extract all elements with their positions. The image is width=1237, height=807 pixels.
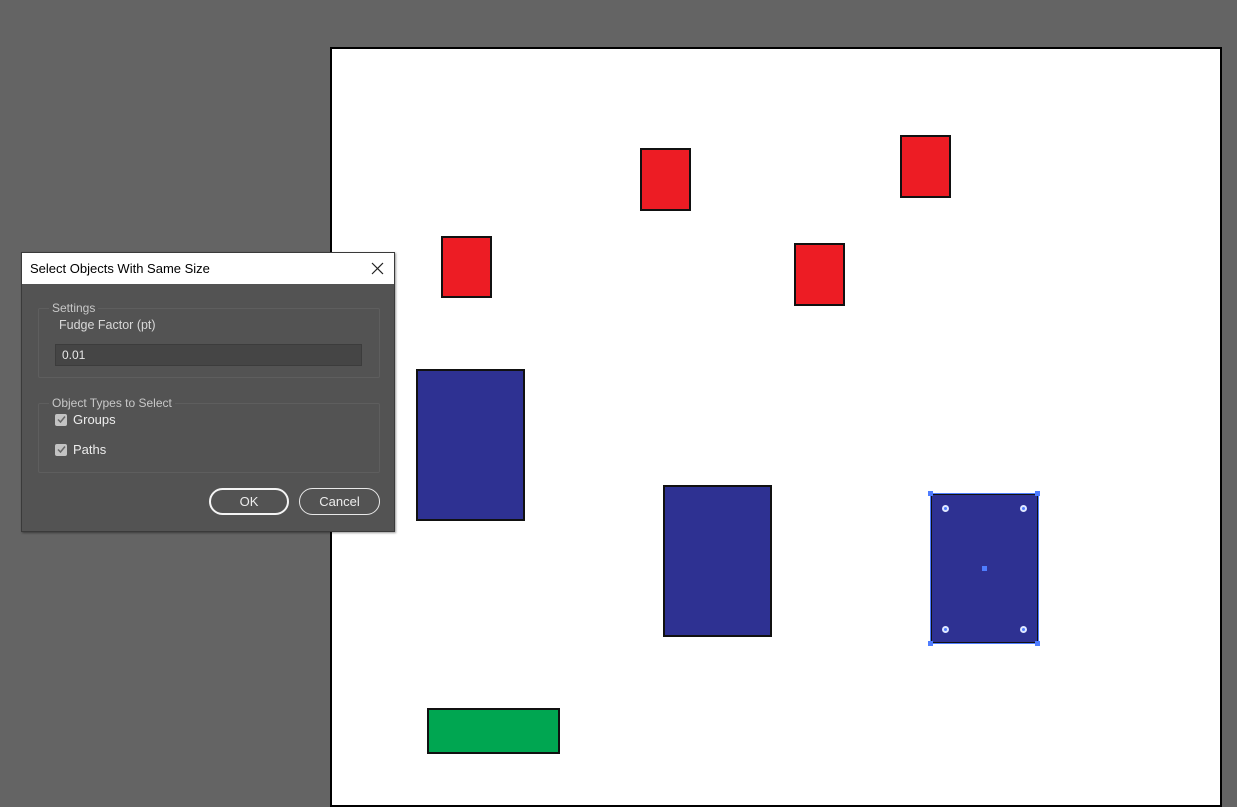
object-types-legend: Object Types to Select	[49, 396, 175, 410]
paths-checkbox-row[interactable]: Paths	[55, 442, 106, 457]
cancel-button[interactable]: Cancel	[299, 488, 380, 515]
selection-handle-top-right[interactable]	[1035, 491, 1040, 496]
checkmark-icon	[56, 446, 66, 454]
center-point	[982, 566, 987, 571]
selection-handle-bottom-right[interactable]	[1035, 641, 1040, 646]
close-icon	[371, 262, 383, 275]
groups-checkbox[interactable]	[55, 413, 67, 426]
dialog-titlebar[interactable]: Select Objects With Same Size	[22, 253, 394, 284]
red-rectangle[interactable]	[441, 236, 492, 298]
dialog-title: Select Objects With Same Size	[30, 261, 210, 276]
groups-checkbox-row[interactable]: Groups	[55, 412, 116, 427]
corner-radius-widget[interactable]	[1020, 505, 1027, 512]
select-same-size-dialog: Select Objects With Same Size Settings F…	[21, 252, 395, 532]
fudge-factor-input[interactable]: 0.01	[55, 344, 362, 366]
selection-handle-bottom-left[interactable]	[928, 641, 933, 646]
ok-button[interactable]: OK	[209, 488, 289, 515]
green-rectangle[interactable]	[427, 708, 560, 754]
settings-legend: Settings	[49, 301, 99, 315]
red-rectangle[interactable]	[794, 243, 845, 306]
red-rectangle[interactable]	[900, 135, 951, 198]
close-button[interactable]	[368, 260, 386, 278]
corner-radius-widget[interactable]	[942, 626, 949, 633]
fudge-factor-label: Fudge Factor (pt)	[59, 318, 156, 332]
paths-label: Paths	[73, 442, 107, 457]
checkmark-icon	[56, 416, 66, 424]
blue-rectangle[interactable]	[416, 369, 525, 521]
corner-radius-widget[interactable]	[942, 505, 949, 512]
corner-radius-widget[interactable]	[1020, 626, 1027, 633]
paths-checkbox[interactable]	[55, 443, 67, 456]
red-rectangle[interactable]	[640, 148, 691, 211]
groups-label: Groups	[73, 412, 116, 427]
selection-handle-top-left[interactable]	[928, 491, 933, 496]
blue-rectangle[interactable]	[663, 485, 772, 637]
